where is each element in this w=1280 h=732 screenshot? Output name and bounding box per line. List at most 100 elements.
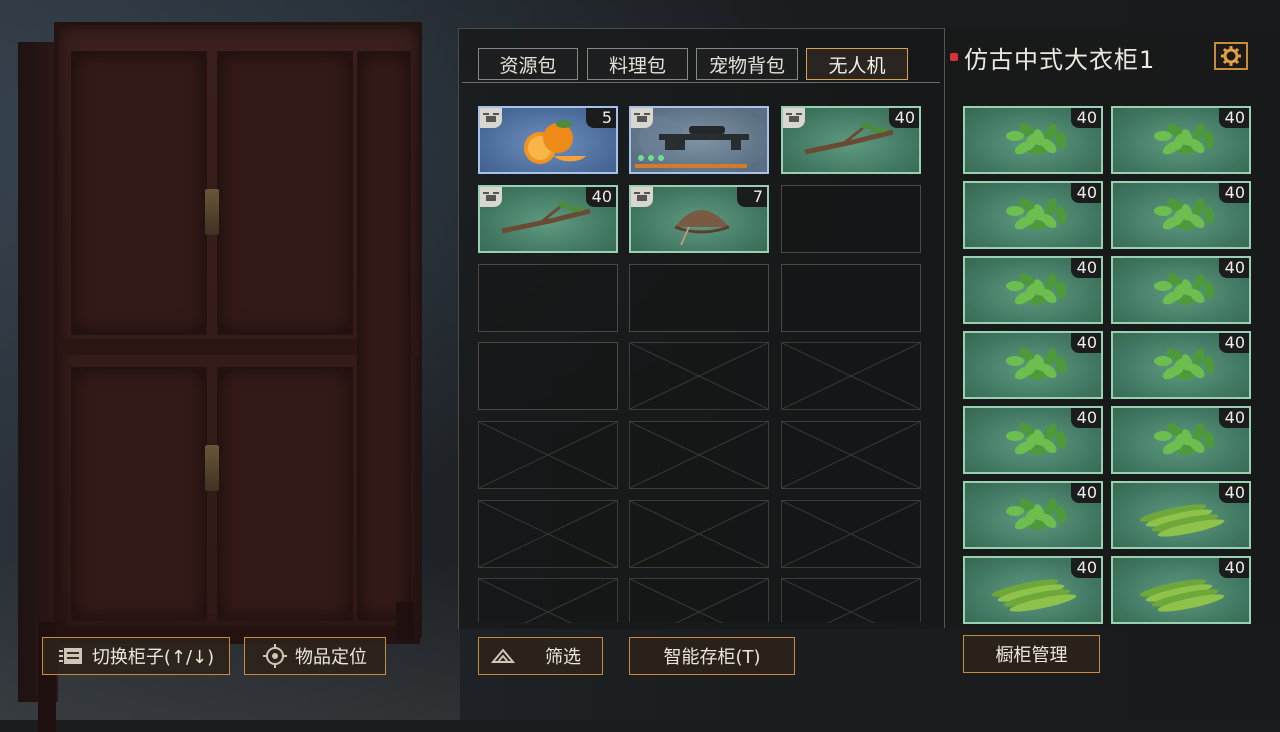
item-count: 40	[1071, 108, 1101, 128]
inventory-slot[interactable]: 5	[478, 106, 618, 174]
cabinet-slot[interactable]: 40	[1111, 181, 1251, 249]
cabinet-slot[interactable]: 40	[1111, 106, 1251, 174]
locked-slot-icon	[630, 422, 768, 488]
locked-slot-icon	[630, 501, 768, 567]
wardrobe-side-panel	[357, 51, 411, 621]
cabinet-title-marker	[950, 53, 958, 61]
locked-slot	[781, 578, 921, 623]
cabinet-slot[interactable]: 40	[963, 481, 1103, 549]
item-count: 40	[889, 108, 919, 128]
cabinet-slot[interactable]: 40	[963, 406, 1103, 474]
wardrobe-model	[18, 22, 422, 732]
cabinet-slot[interactable]: 40	[1111, 556, 1251, 624]
tab-resource-pack[interactable]: 资源包	[478, 48, 578, 80]
item-count: 40	[1071, 483, 1101, 503]
item-count: 40	[1071, 258, 1101, 278]
locked-slot	[781, 342, 921, 410]
item-count: 40	[1219, 183, 1249, 203]
inventory-slot[interactable]: 40	[478, 185, 618, 253]
crosshair-icon	[263, 644, 287, 668]
locked-slot	[478, 500, 618, 568]
drone-badge-icon	[631, 108, 653, 128]
item-count: 40	[1071, 558, 1101, 578]
tab-pet-backpack[interactable]: 宠物背包	[696, 48, 798, 80]
empty-slot[interactable]	[781, 264, 921, 332]
cabinet-slot[interactable]: 40	[963, 331, 1103, 399]
locked-slot-icon	[782, 501, 920, 567]
inventory-slot[interactable]	[629, 106, 769, 174]
item-count: 5	[586, 108, 616, 128]
switch-cabinet-button[interactable]: 切换柜子(↑/↓)	[42, 637, 230, 675]
locate-item-button[interactable]: 物品定位	[244, 637, 386, 675]
locked-slot-icon	[782, 579, 920, 623]
drone-badge-icon	[480, 108, 502, 128]
item-count: 40	[1219, 108, 1249, 128]
cabinet-slot[interactable]: 40	[1111, 331, 1251, 399]
locked-slot	[781, 500, 921, 568]
smart-store-label: 智能存柜(T)	[663, 647, 761, 668]
filter-icon	[491, 648, 515, 664]
wardrobe-lock	[205, 445, 219, 491]
wardrobe-body	[54, 22, 422, 638]
wardrobe-door-panel	[217, 367, 353, 621]
cabinet-slot[interactable]: 40	[1111, 481, 1251, 549]
cabinet-slot[interactable]: 40	[963, 256, 1103, 324]
wardrobe-side	[18, 42, 58, 702]
tab-cooking-pack[interactable]: 料理包	[587, 48, 688, 80]
item-count: 40	[1071, 183, 1101, 203]
item-count: 40	[1219, 483, 1249, 503]
item-count: 7	[737, 187, 767, 207]
locked-slot-icon	[479, 579, 617, 623]
drone-badge-icon	[783, 108, 805, 128]
cabinet-title: 仿古中式大衣柜1	[964, 46, 1156, 74]
smart-store-button[interactable]: 智能存柜(T)	[629, 637, 795, 675]
locked-slot-icon	[630, 579, 768, 623]
inventory-slot[interactable]: 7	[629, 185, 769, 253]
wardrobe-door-panel	[71, 367, 207, 621]
filter-button[interactable]: 筛选	[478, 637, 603, 675]
cabinet-manage-label: 橱柜管理	[995, 645, 1068, 666]
switch-cabinet-icon	[58, 646, 84, 666]
locked-slot	[629, 578, 769, 623]
item-count: 40	[1219, 558, 1249, 578]
gear-icon	[1221, 46, 1241, 66]
cabinet-slot[interactable]: 40	[1111, 406, 1251, 474]
cabinet-manage-button[interactable]: 橱柜管理	[963, 635, 1100, 673]
locked-slot-icon	[782, 422, 920, 488]
filter-label: 筛选	[545, 647, 581, 668]
wardrobe-lock	[205, 189, 219, 235]
locked-slot	[629, 500, 769, 568]
locked-slot	[478, 578, 618, 623]
inventory-slot[interactable]: 40	[781, 106, 921, 174]
wardrobe-door-panel	[71, 51, 207, 335]
drone-badge-icon	[631, 187, 653, 207]
drone-badge-icon	[480, 187, 502, 207]
cabinet-slot[interactable]: 40	[1111, 256, 1251, 324]
item-count: 40	[1219, 333, 1249, 353]
locked-slot	[781, 421, 921, 489]
locked-slot-icon	[630, 343, 768, 409]
locked-slot	[629, 421, 769, 489]
empty-slot[interactable]	[781, 185, 921, 253]
item-count: 40	[586, 187, 616, 207]
locked-slot-icon	[782, 343, 920, 409]
empty-slot[interactable]	[478, 342, 618, 410]
item-count: 40	[1219, 258, 1249, 278]
locked-slot	[478, 421, 618, 489]
item-count: 40	[1071, 333, 1101, 353]
tab-drone[interactable]: 无人机	[806, 48, 908, 80]
switch-cabinet-label: 切换柜子(↑/↓)	[91, 647, 215, 668]
cabinet-settings-button[interactable]	[1214, 42, 1248, 70]
locate-item-label: 物品定位	[295, 647, 367, 668]
empty-slot[interactable]	[629, 264, 769, 332]
item-count: 40	[1071, 408, 1101, 428]
item-count: 40	[1219, 408, 1249, 428]
cabinet-slot[interactable]: 40	[963, 106, 1103, 174]
cabinet-slot[interactable]: 40	[963, 556, 1103, 624]
locked-slot-icon	[479, 422, 617, 488]
cabinet-slot[interactable]: 40	[963, 181, 1103, 249]
tabs-underline	[462, 82, 940, 83]
empty-slot[interactable]	[478, 264, 618, 332]
wardrobe-leg	[396, 602, 414, 642]
locked-slot	[629, 342, 769, 410]
